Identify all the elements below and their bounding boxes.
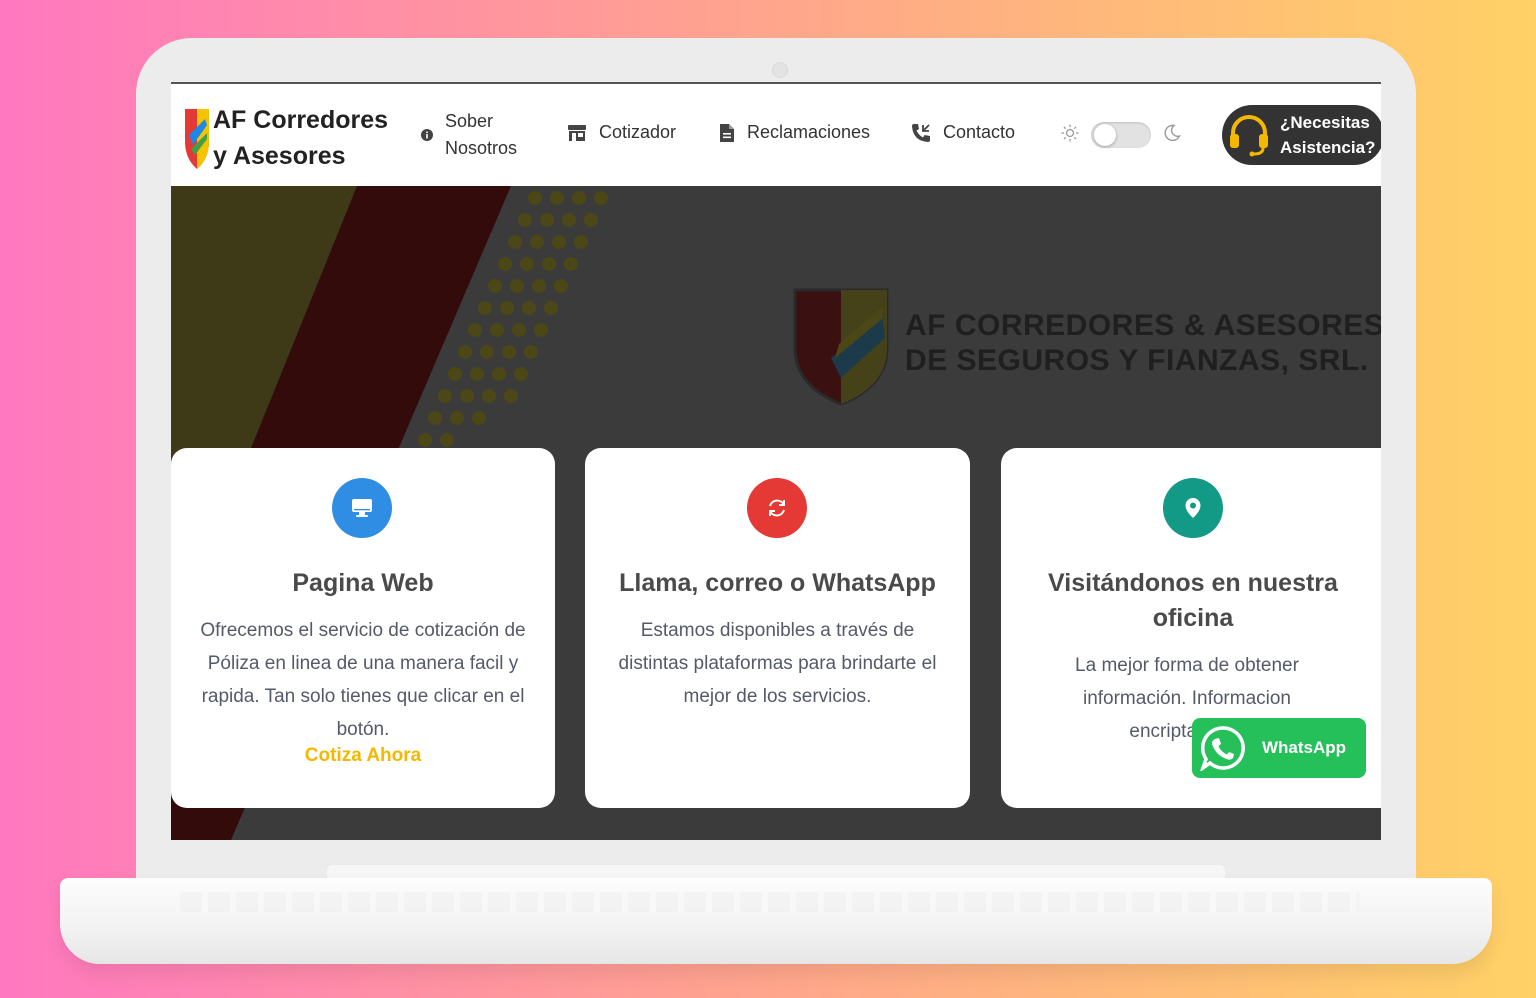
- nav-item-sober-nosotros[interactable]: Sober Nosotros: [421, 108, 525, 162]
- card-icon-circle: [747, 478, 807, 538]
- headset-icon: [1226, 112, 1272, 158]
- nav-item-reclamaciones[interactable]: Reclamaciones: [719, 122, 870, 143]
- card-title: Llama, correo o WhatsApp: [619, 569, 936, 597]
- card-text: Estamos disponibles a través de distinta…: [618, 620, 937, 707]
- nav-label: Cotizador: [599, 122, 677, 142]
- nav-label: Contacto: [943, 122, 1016, 142]
- card-title: Pagina Web: [292, 569, 434, 597]
- laptop-camera: [772, 62, 788, 78]
- navbar: AF Corredores y Asesores Sober Nosotros …: [171, 84, 1381, 186]
- info-icon: [421, 129, 433, 141]
- theme-switch-track[interactable]: [1091, 122, 1151, 148]
- assistance-label: ¿Necesitas Asistencia?: [1280, 113, 1376, 157]
- nav-label: Reclamaciones: [747, 122, 871, 142]
- service-card-contacto: Llama, correo o WhatsApp Estamos disponi…: [585, 448, 970, 808]
- card-text: Ofrecemos el servicio de cotización de P…: [200, 620, 526, 740]
- store-icon: [567, 124, 587, 142]
- map-pin-icon: [1185, 498, 1201, 518]
- browser-screen: AF Corredores y Asesores Sober Nosotros …: [171, 82, 1381, 840]
- card-title: Visitándonos en nuestra oficina: [1048, 569, 1338, 632]
- hero-title-line1: AF CORREDORES & ASESORES: [905, 309, 1381, 342]
- service-card-pagina-web: Pagina Web Ofrecemos el servicio de coti…: [171, 448, 555, 808]
- moon-icon: [1163, 124, 1181, 147]
- laptop-base: [60, 878, 1492, 964]
- file-icon: [719, 123, 735, 143]
- refresh-icon: [769, 499, 785, 517]
- assistance-button[interactable]: ¿Necesitas Asistencia?: [1222, 105, 1381, 165]
- theme-switch-knob: [1094, 124, 1116, 146]
- whatsapp-icon: [1200, 725, 1246, 771]
- nav-item-cotizador[interactable]: Cotizador: [567, 122, 676, 143]
- monitor-icon: [352, 499, 372, 517]
- brand[interactable]: AF Corredores y Asesores: [183, 102, 393, 174]
- whatsapp-label: WhatsApp: [1262, 738, 1347, 757]
- nav-item-contacto[interactable]: Contacto: [911, 122, 1015, 143]
- nav-label: Sober Nosotros: [445, 111, 518, 158]
- theme-toggle[interactable]: [1061, 122, 1181, 148]
- card-icon-circle: [332, 478, 392, 538]
- hero-title-line2: DE SEGUROS Y FIANZAS, SRL.: [905, 344, 1369, 377]
- whatsapp-button[interactable]: WhatsApp: [1192, 718, 1366, 778]
- sun-icon: [1061, 124, 1079, 147]
- hero-shield-logo-icon: [793, 288, 889, 406]
- cotiza-ahora-link[interactable]: Cotiza Ahora: [171, 745, 555, 767]
- brand-name: AF Corredores y Asesores: [213, 106, 389, 170]
- hero-title: AF CORREDORES & ASESORES DE SEGUROS Y FI…: [905, 308, 1381, 378]
- laptop-keyboard: [180, 892, 1360, 912]
- phone-call-icon: [911, 123, 931, 143]
- card-icon-circle: [1163, 478, 1223, 538]
- shield-logo-icon: [185, 109, 209, 169]
